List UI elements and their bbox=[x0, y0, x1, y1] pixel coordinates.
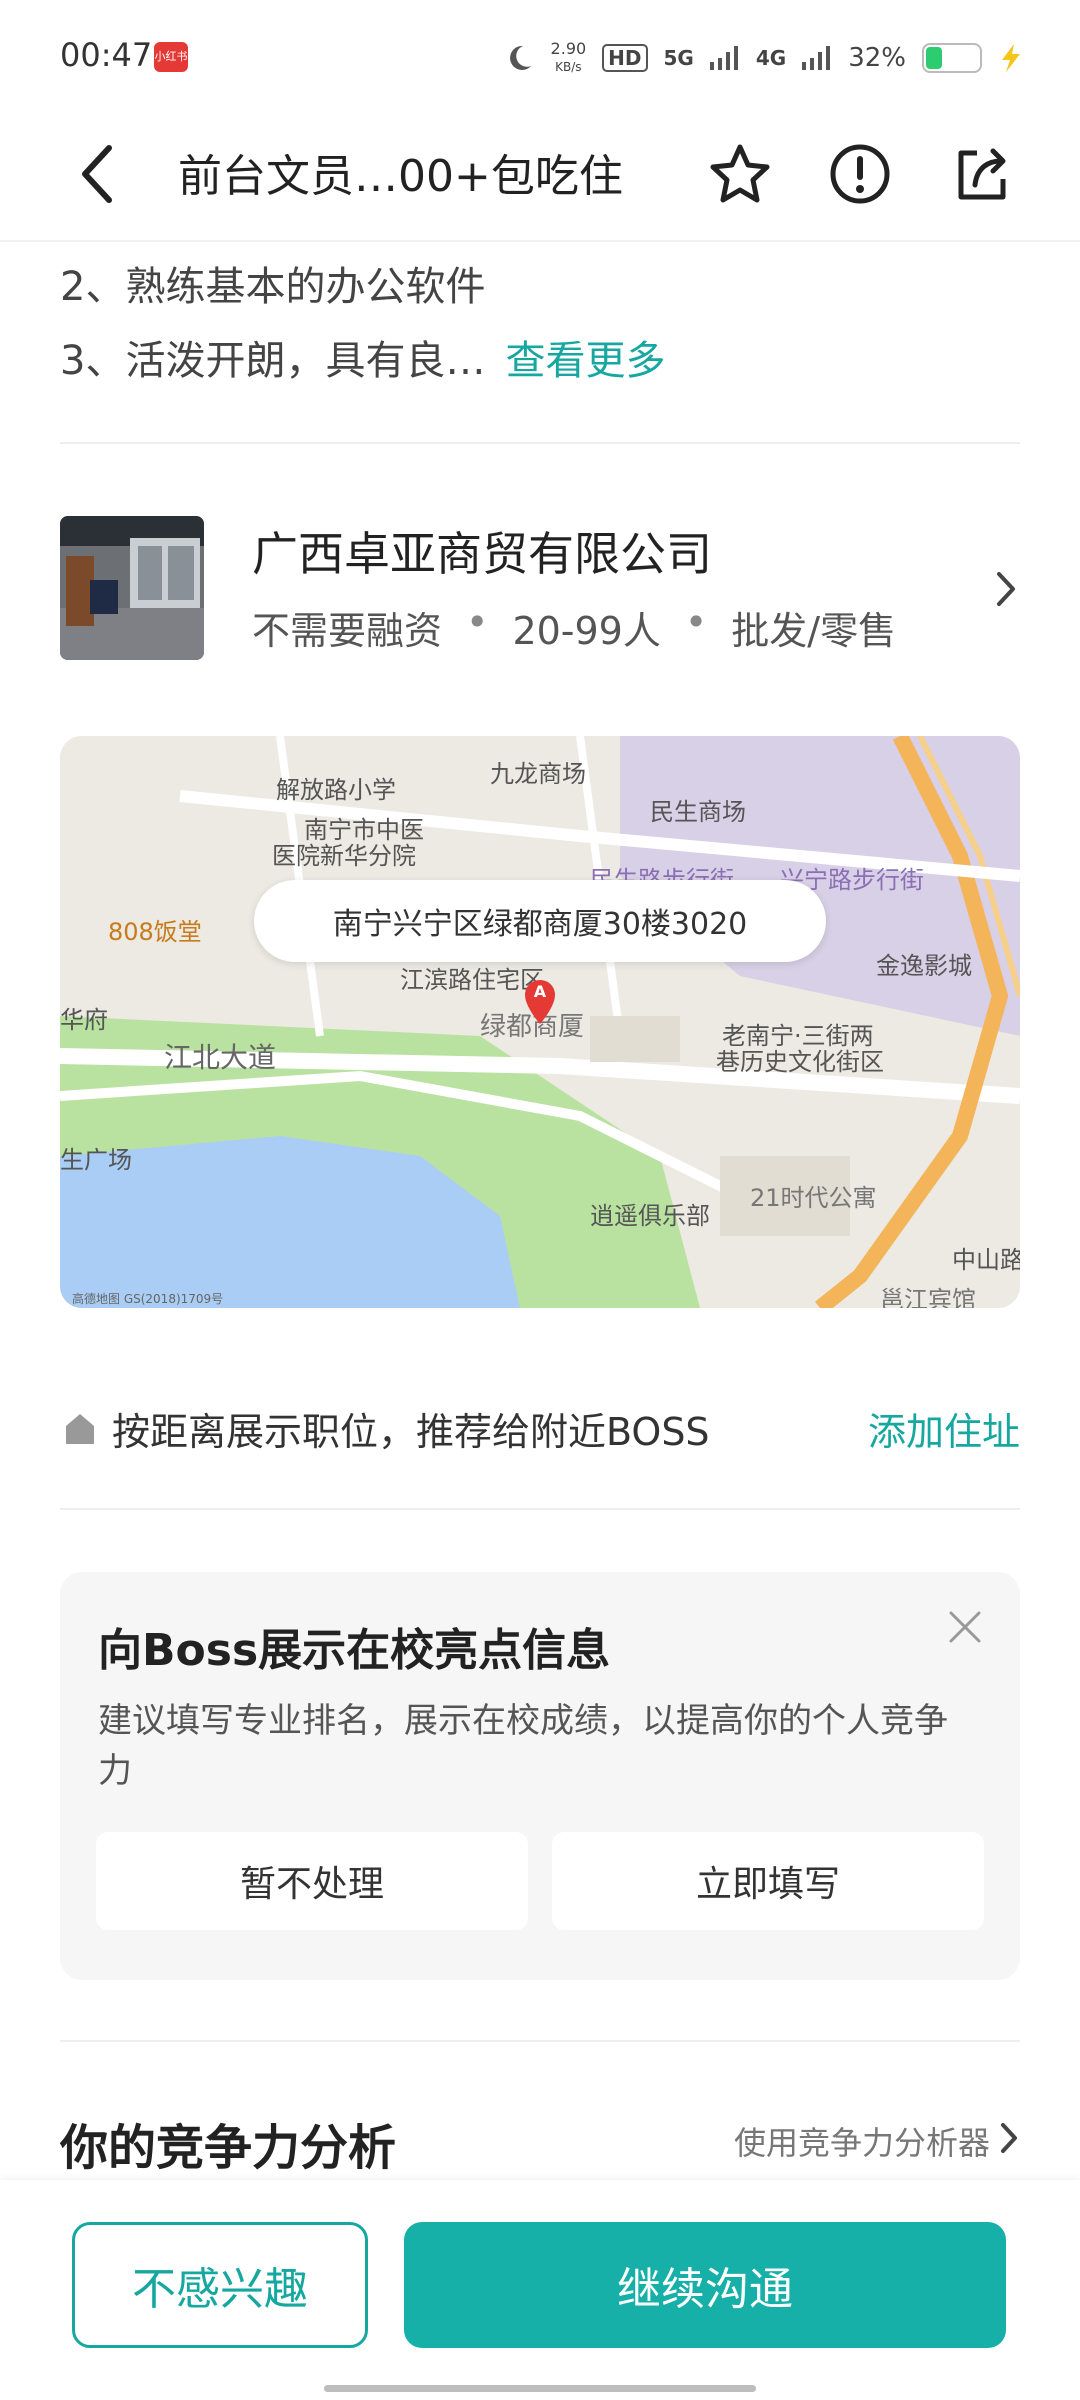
close-promo-button[interactable] bbox=[940, 1602, 990, 1652]
signal-icon bbox=[709, 46, 738, 70]
hd-label: HD bbox=[602, 44, 648, 72]
map-label: 巷历史文化街区 bbox=[716, 1048, 884, 1076]
description-line-truncated: 3、活泼开朗，具有良… bbox=[60, 338, 486, 384]
net-speed-unit: KB/s bbox=[555, 60, 582, 74]
location-row: 按距离展示职位，推荐给附近BOSS 添加住址 bbox=[60, 1388, 1020, 1468]
back-icon bbox=[82, 145, 112, 203]
battery-level bbox=[926, 47, 942, 69]
company-photo[interactable] bbox=[60, 516, 204, 660]
company-detail-button[interactable] bbox=[988, 566, 1024, 612]
section-title: 你的竞争力分析 bbox=[60, 2120, 397, 2176]
location-map[interactable]: 解放路小学 九龙商场 民生商场 南宁市中医 医院新华分院 民生路步行街 兴宁路步… bbox=[60, 736, 1020, 1308]
status-icons: 2.90 KB/s HD 5G 4G 32% bbox=[503, 28, 1024, 88]
company-name[interactable]: 广西卓亚商贸有限公司 bbox=[252, 518, 712, 584]
app-notification-badge: 小红书 bbox=[154, 42, 188, 72]
company-industry: 批发/零售 bbox=[731, 609, 897, 653]
battery-percent: 32% bbox=[848, 43, 906, 73]
description-line: 2、熟练基本的办公软件 bbox=[60, 264, 486, 310]
net-speed-value: 2.90 bbox=[550, 39, 587, 58]
net-speed: 2.90 KB/s bbox=[551, 40, 587, 76]
home-icon bbox=[66, 1414, 94, 1444]
divider bbox=[60, 2040, 1020, 2042]
map-label: 808饭堂 bbox=[108, 918, 202, 946]
page-title: 前台文员…00+包吃住 bbox=[178, 151, 623, 202]
continue-chat-button[interactable]: 继续沟通 bbox=[404, 2222, 1006, 2348]
chevron-right-icon bbox=[997, 572, 1015, 606]
home-indicator[interactable] bbox=[324, 2385, 756, 2392]
highlight-promo-card: 向Boss展示在校亮点信息 建议填写专业排名，展示在校成绩，以提高你的个人竞争力… bbox=[60, 1572, 1020, 1980]
map-attribution: 高德地图 GS(2018)1709号 bbox=[72, 1292, 224, 1306]
location-hint: 按距离展示职位，推荐给附近BOSS bbox=[112, 1409, 710, 1454]
map-label: 医院新华分院 bbox=[272, 842, 416, 870]
map-label: 民生商场 bbox=[650, 798, 746, 826]
map-label: 金逸影城 bbox=[876, 952, 972, 980]
company-meta: 不需要融资 • 20-99人 • 批发/零售 bbox=[252, 600, 896, 655]
map-label: 中山路 bbox=[952, 1246, 1020, 1274]
skip-button[interactable]: 暂不处理 bbox=[96, 1832, 528, 1930]
map-label: 逍遥俱乐部 bbox=[590, 1202, 710, 1230]
fill-now-button[interactable]: 立即填写 bbox=[552, 1832, 984, 1930]
app-bar: 前台文员…00+包吃住 bbox=[0, 110, 1080, 242]
warning-icon bbox=[830, 144, 890, 204]
divider bbox=[60, 1508, 1020, 1510]
map-label: 21时代公寓 bbox=[750, 1184, 877, 1212]
bottom-action-bar: 不感兴趣 继续沟通 bbox=[0, 2180, 1080, 2400]
map-label: 九龙商场 bbox=[490, 760, 586, 788]
battery-icon bbox=[922, 43, 982, 73]
not-interested-button[interactable]: 不感兴趣 bbox=[72, 2222, 368, 2348]
map-label: 解放路小学 bbox=[276, 776, 396, 804]
separator-dot: • bbox=[684, 600, 708, 644]
promo-body: 建议填写专业排名，展示在校成绩，以提高你的个人竞争力 bbox=[98, 1701, 948, 1791]
report-button[interactable] bbox=[820, 134, 900, 214]
share-icon bbox=[958, 148, 1006, 200]
map-label: 江北大道 bbox=[164, 1041, 277, 1074]
description-line: 3、活泼开朗，具有良… 查看更多 bbox=[60, 328, 665, 386]
charging-icon bbox=[1002, 44, 1020, 72]
map-label: 邕江宾馆 bbox=[880, 1286, 976, 1308]
add-address-link[interactable]: 添加住址 bbox=[868, 1401, 1020, 1456]
share-button[interactable] bbox=[942, 134, 1022, 214]
moon-icon bbox=[509, 45, 531, 70]
close-icon bbox=[949, 1611, 981, 1643]
star-icon bbox=[710, 144, 770, 203]
chevron-right-icon bbox=[1001, 2123, 1017, 2153]
company-photo-image bbox=[60, 516, 204, 660]
company-financing: 不需要融资 bbox=[252, 609, 443, 653]
promo-title: 向Boss展示在校亮点信息 bbox=[98, 1625, 611, 1676]
see-more-link[interactable]: 查看更多 bbox=[505, 338, 665, 384]
map-label: 生广场 bbox=[60, 1146, 132, 1174]
address-pill[interactable]: 南宁兴宁区绿都商厦30楼3020 bbox=[254, 880, 826, 962]
competitiveness-analyzer-link[interactable]: 使用竞争力分析器 bbox=[734, 2118, 990, 2164]
signal-5g-label: 5G bbox=[663, 46, 694, 70]
company-size: 20-99人 bbox=[512, 609, 661, 653]
back-button[interactable] bbox=[62, 134, 132, 214]
signal-icon bbox=[802, 46, 831, 70]
favorite-button[interactable] bbox=[700, 134, 780, 214]
signal-4g-label: 4G bbox=[755, 46, 787, 70]
map-label: 华府 bbox=[60, 1006, 108, 1034]
separator-dot: • bbox=[466, 600, 489, 644]
divider bbox=[60, 442, 1020, 444]
status-bar: 00:47 小红书 2.90 KB/s HD 5G 4G 32% bbox=[0, 0, 1080, 110]
status-time: 00:47 bbox=[60, 36, 153, 74]
map-pin-label: A bbox=[533, 982, 547, 1001]
analysis-arrow[interactable] bbox=[994, 2118, 1024, 2158]
